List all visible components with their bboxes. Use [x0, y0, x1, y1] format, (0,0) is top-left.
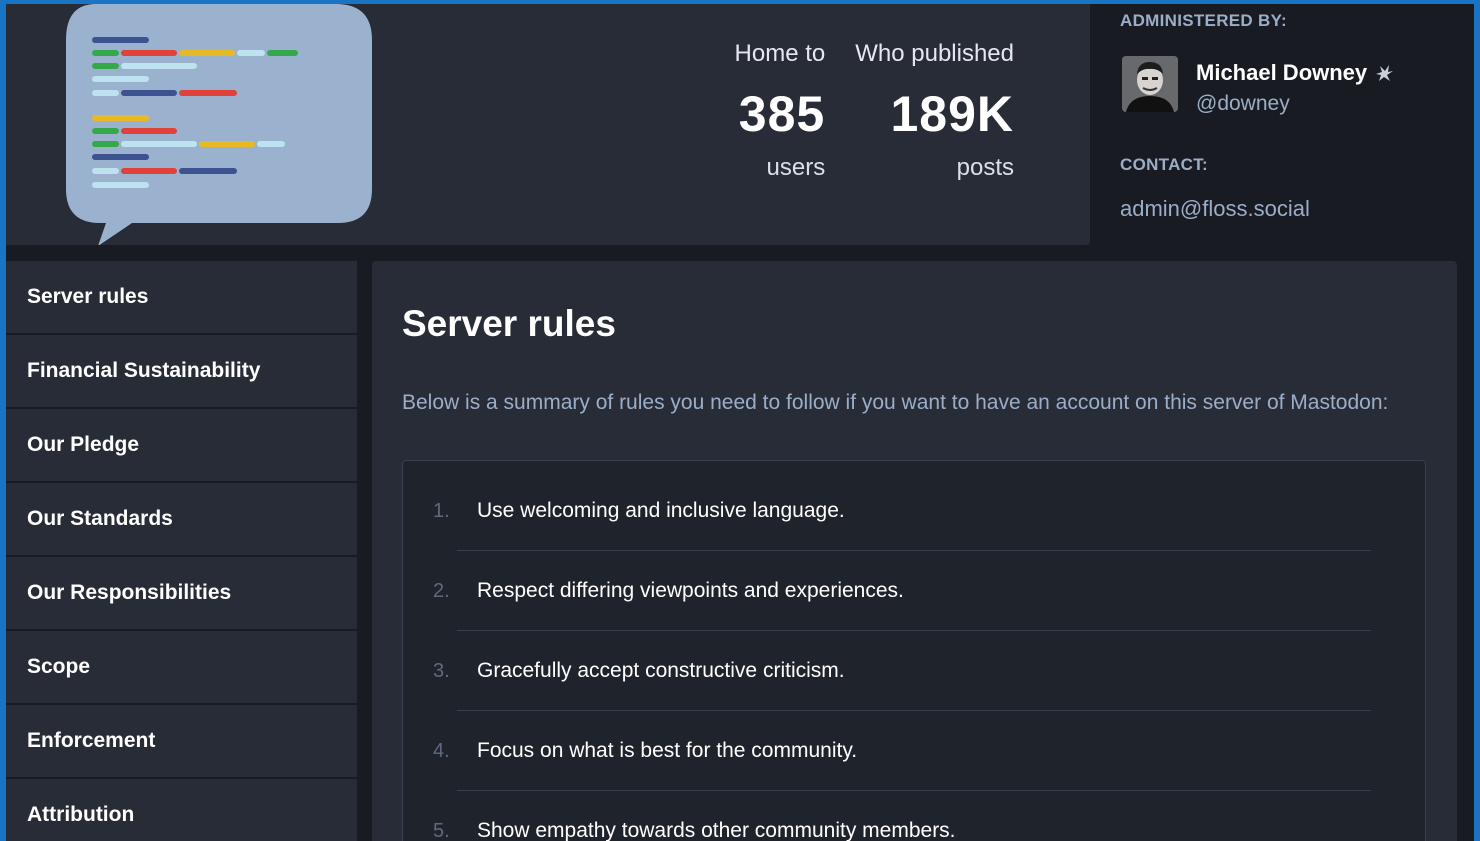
rule-number: 2. — [433, 579, 450, 602]
list-item: 4. Focus on what is best for the communi… — [403, 711, 1425, 791]
list-item: 3. Gracefully accept constructive critic… — [403, 631, 1425, 711]
page-frame: Home to 385 users Who published 189K pos… — [6, 4, 1474, 841]
rule-text: Focus on what is best for the community. — [477, 739, 858, 762]
sidebar-item-scope[interactable]: Scope — [6, 631, 357, 705]
rules-description: Below is a summary of rules you need to … — [402, 391, 1389, 414]
rule-number: 5. — [433, 819, 450, 841]
list-item: 2. Respect differing viewpoints and expe… — [403, 551, 1425, 631]
rules-list: 1. Use welcoming and inclusive language.… — [402, 460, 1426, 841]
rule-number: 4. — [433, 739, 450, 762]
stat-posts: Who published 189K posts — [855, 40, 1014, 182]
rule-number: 3. — [433, 659, 450, 682]
contact-label: CONTACT: — [1120, 155, 1209, 174]
admin-handle: @downey — [1196, 92, 1290, 115]
sidebar-item-our-pledge[interactable]: Our Pledge — [6, 409, 357, 483]
sidebar-item-our-standards[interactable]: Our Standards — [6, 483, 357, 557]
stat-label: Who published — [855, 40, 1014, 67]
bird-badge-icon — [1376, 65, 1394, 81]
page-title: Server rules — [402, 303, 616, 344]
admin-label: ADMINISTERED BY: — [1120, 11, 1287, 30]
server-hero: Home to 385 users Who published 189K pos… — [6, 4, 1090, 245]
contact-email-link[interactable]: admin@floss.social — [1120, 196, 1310, 222]
admin-account[interactable]: Michael Downey @downey — [1122, 56, 1395, 116]
rule-text: Gracefully accept constructive criticism… — [477, 659, 845, 682]
list-item: 5. Show empathy towards other community … — [403, 791, 1425, 841]
stat-value: 385 — [738, 86, 826, 142]
sidebar-item-our-responsibilities[interactable]: Our Responsibilities — [6, 557, 357, 631]
sidebar-item-attribution[interactable]: Attribution — [6, 779, 357, 841]
sidebar-item-enforcement[interactable]: Enforcement — [6, 705, 357, 779]
main-content: Server rules Below is a summary of rules… — [372, 261, 1457, 841]
admin-name[interactable]: Michael Downey — [1196, 60, 1395, 86]
admin-name-text: Michael Downey — [1196, 60, 1368, 85]
server-stats: Home to 385 users Who published 189K pos… — [735, 40, 1014, 182]
sidebar-nav: Server rules Financial Sustainability Ou… — [6, 261, 357, 841]
rule-number: 1. — [433, 499, 450, 522]
rule-text: Show empathy towards other community mem… — [477, 819, 956, 841]
server-logo-icon — [66, 4, 372, 245]
stat-users: Home to 385 users — [735, 40, 826, 182]
sidebar-item-server-rules[interactable]: Server rules — [6, 261, 357, 335]
sidebar-item-financial-sustainability[interactable]: Financial Sustainability — [6, 335, 357, 409]
list-item: 1. Use welcoming and inclusive language. — [403, 471, 1425, 551]
rule-text: Respect differing viewpoints and experie… — [477, 579, 904, 602]
stat-unit: users — [766, 154, 826, 181]
stat-unit: posts — [956, 154, 1014, 181]
stat-label: Home to — [734, 40, 826, 67]
admin-avatar-icon — [1122, 56, 1178, 112]
stat-value: 189K — [890, 86, 1014, 142]
avatar[interactable] — [1122, 56, 1178, 112]
server-info-panel: ADMINISTERED BY: Michael Downey @downey … — [1120, 4, 1470, 245]
rule-text: Use welcoming and inclusive language. — [477, 499, 845, 522]
